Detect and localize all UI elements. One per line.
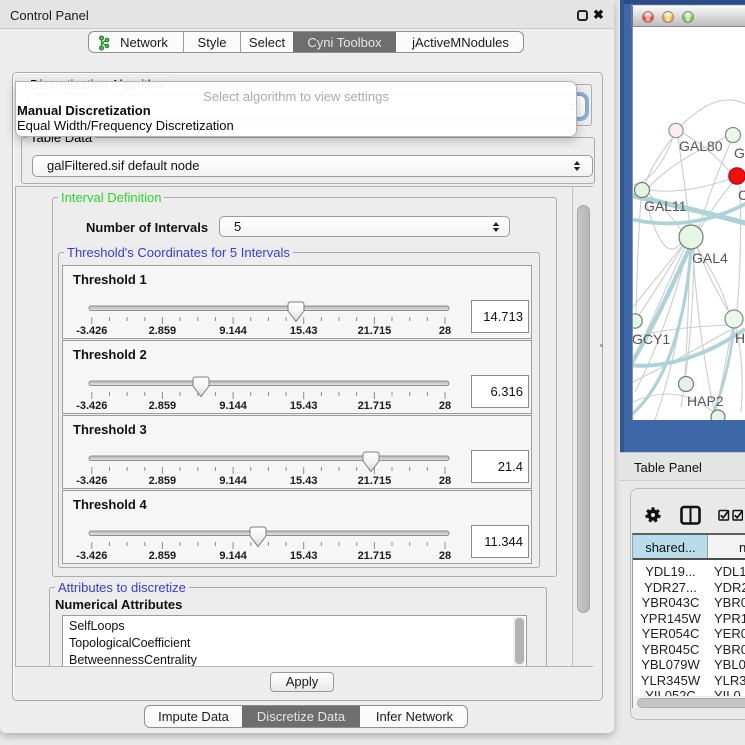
svg-text:15.43: 15.43: [290, 550, 318, 562]
svg-text:H: H: [735, 330, 745, 346]
svg-text:28: 28: [439, 325, 451, 337]
svg-text:28: 28: [439, 475, 451, 487]
svg-text:28: 28: [439, 400, 451, 412]
svg-text:21.715: 21.715: [358, 325, 392, 337]
svg-text:21.715: 21.715: [358, 475, 392, 487]
svg-text:GAL4: GAL4: [692, 250, 728, 266]
svg-text:2.859: 2.859: [149, 400, 177, 412]
svg-text:21.715: 21.715: [358, 550, 392, 562]
svg-text:2.859: 2.859: [149, 550, 177, 562]
svg-text:GAL11: GAL11: [644, 198, 687, 214]
svg-text:9.144: 9.144: [219, 550, 247, 562]
svg-text:GCY1: GCY1: [633, 331, 670, 347]
svg-text:-3.426: -3.426: [76, 475, 107, 487]
svg-text:2.859: 2.859: [149, 475, 177, 487]
svg-text:15.43: 15.43: [290, 400, 318, 412]
svg-text:GA: GA: [734, 145, 745, 161]
svg-text:21.715: 21.715: [358, 400, 392, 412]
svg-text:15.43: 15.43: [290, 325, 318, 337]
svg-text:9.144: 9.144: [219, 325, 247, 337]
svg-text:2.859: 2.859: [149, 325, 177, 337]
svg-text:9.144: 9.144: [219, 400, 247, 412]
svg-text:15.43: 15.43: [290, 475, 318, 487]
svg-text:-3.426: -3.426: [76, 550, 107, 562]
svg-text:C: C: [738, 187, 745, 203]
svg-text:HAP2: HAP2: [687, 393, 724, 409]
svg-text:9.144: 9.144: [219, 475, 247, 487]
svg-text:-3.426: -3.426: [76, 400, 107, 412]
svg-text:GAL80: GAL80: [679, 138, 723, 154]
svg-text:28: 28: [439, 550, 451, 562]
svg-text:-3.426: -3.426: [76, 325, 107, 337]
